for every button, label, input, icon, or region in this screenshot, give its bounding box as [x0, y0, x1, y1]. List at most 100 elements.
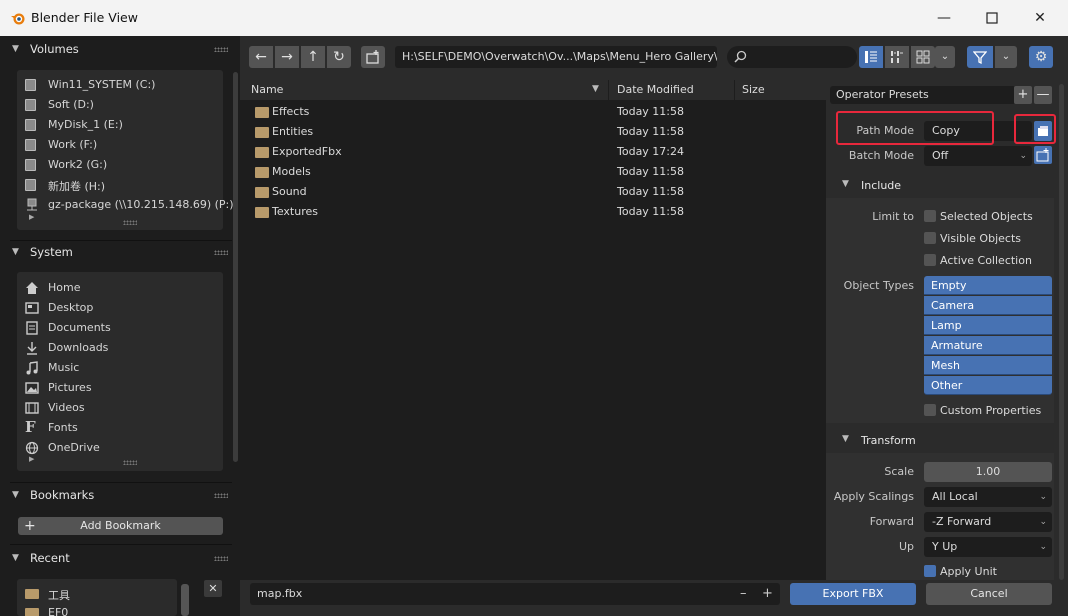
transform-group-header[interactable]: ▼ Transform — [830, 430, 1054, 452]
system-header[interactable]: ▼ System — [10, 241, 232, 265]
system-item-videos[interactable]: Videos — [25, 398, 221, 418]
add-bookmark-button[interactable]: + Add Bookmark — [18, 517, 223, 535]
new-folder-icon[interactable] — [361, 46, 385, 68]
apply-unit-checkbox[interactable]: Apply Unit — [924, 563, 1050, 580]
batch-mode-label: Batch Mode — [848, 149, 914, 162]
include-group-header[interactable]: ▼ Include — [830, 175, 1054, 197]
object-type-lamp[interactable]: Lamp — [924, 316, 1052, 335]
batch-own-dir-toggle-icon[interactable] — [1034, 146, 1052, 164]
volumes-header[interactable]: ▼ Volumes — [10, 38, 232, 62]
close-recent-icon[interactable]: ✕ — [204, 580, 222, 597]
system-item-desktop[interactable]: Desktop — [25, 298, 221, 318]
file-row[interactable]: Effects Today 11:58 — [240, 102, 826, 122]
volume-item[interactable]: Work (F:) — [25, 135, 221, 155]
recent-item[interactable]: EF0 — [25, 603, 175, 616]
volume-item[interactable]: Work2 (G:) — [25, 155, 221, 175]
sort-descending-icon[interactable]: ▼ — [592, 84, 599, 94]
recent-header[interactable]: ▼ Recent — [10, 547, 232, 571]
home-icon — [26, 282, 38, 294]
volume-item[interactable]: gz-package (\\10.215.148.69) (P:) — [25, 195, 234, 215]
resize-grip-icon[interactable] — [123, 460, 137, 465]
system-item-documents[interactable]: Documents — [25, 318, 221, 338]
directory-path-field[interactable]: H:\SELF\DEMO\Overwatch\Ov...\Maps\Menu_H… — [395, 46, 717, 68]
resize-grip-icon[interactable] — [123, 220, 137, 225]
display-settings-dropdown-icon[interactable]: ⌄ — [935, 46, 955, 68]
recent-scrollbar[interactable] — [181, 584, 189, 616]
maximize-icon[interactable] — [982, 8, 1002, 28]
expand-icon[interactable]: ▶ — [29, 213, 34, 221]
horizontal-list-icon[interactable] — [885, 46, 909, 68]
sidebar-scrollbar[interactable] — [233, 72, 238, 462]
window-title: Blender File View — [31, 10, 138, 25]
file-row[interactable]: Entities Today 11:58 — [240, 122, 826, 142]
object-type-mesh[interactable]: Mesh — [924, 356, 1052, 375]
increment-icon[interactable]: + — [762, 583, 773, 605]
volume-item[interactable]: Soft (D:) — [25, 95, 221, 115]
active-collection-checkbox[interactable]: Active Collection — [924, 252, 1050, 270]
limit-to-label: Limit to — [872, 210, 914, 223]
add-preset-icon[interactable]: + — [1014, 86, 1032, 104]
volume-item[interactable]: MyDisk_1 (E:) — [25, 115, 221, 135]
videos-icon — [25, 402, 39, 414]
batch-mode-dropdown[interactable]: Off ⌄ — [924, 146, 1032, 166]
file-row[interactable]: Textures Today 11:58 — [240, 202, 826, 222]
volume-item[interactable]: Win11_SYSTEM (C:) — [25, 75, 221, 95]
drag-grip-icon[interactable] — [214, 250, 228, 255]
system-item-fonts[interactable]: F Fonts — [25, 418, 221, 438]
minimize-icon[interactable]: — — [934, 8, 954, 28]
expand-icon[interactable]: ▶ — [29, 455, 34, 463]
drag-grip-icon[interactable] — [214, 556, 228, 561]
vertical-list-icon[interactable] — [859, 46, 883, 68]
chevron-down-icon: ▼ — [12, 553, 19, 563]
object-type-other[interactable]: Other — [924, 376, 1052, 395]
visible-objects-checkbox[interactable]: Visible Objects — [924, 230, 1050, 248]
cancel-button[interactable]: Cancel — [926, 583, 1052, 605]
selected-objects-checkbox[interactable]: Selected Objects — [924, 208, 1050, 226]
checkbox-icon — [924, 210, 936, 222]
up-axis-dropdown[interactable]: Y Up ⌄ — [924, 537, 1052, 557]
scale-field[interactable]: 1.00 — [924, 462, 1052, 482]
object-type-camera[interactable]: Camera — [924, 296, 1052, 315]
options-scrollbar[interactable] — [1059, 84, 1064, 580]
export-fbx-button[interactable]: Export FBX — [790, 583, 916, 605]
column-name[interactable]: Name — [251, 83, 283, 96]
system-item-home[interactable]: Home — [25, 278, 221, 298]
file-row[interactable]: Sound Today 11:58 — [240, 182, 826, 202]
column-date-modified[interactable]: Date Modified — [617, 83, 694, 96]
folder-icon — [255, 187, 269, 198]
volume-item[interactable]: 新加卷 (H:) — [25, 175, 221, 195]
column-size[interactable]: Size — [742, 83, 765, 96]
divider — [734, 80, 735, 100]
system-item-pictures[interactable]: Pictures — [25, 378, 221, 398]
drag-grip-icon[interactable] — [214, 47, 228, 52]
refresh-icon[interactable]: ↻ — [327, 46, 351, 68]
system-item-music[interactable]: Music — [25, 358, 221, 378]
thumbnails-icon[interactable] — [911, 46, 935, 68]
custom-properties-checkbox[interactable]: Custom Properties — [924, 402, 1050, 420]
decrement-icon[interactable]: – — [740, 583, 747, 605]
filename-input[interactable]: map.fbx – + — [250, 583, 780, 605]
back-icon[interactable]: ← — [249, 46, 273, 68]
drag-grip-icon[interactable] — [214, 493, 228, 498]
bookmarks-header[interactable]: ▼ Bookmarks — [10, 484, 232, 508]
forward-icon[interactable]: → — [275, 46, 299, 68]
gear-icon[interactable]: ⚙ — [1029, 46, 1053, 68]
file-row[interactable]: ExportedFbx Today 17:24 — [240, 142, 826, 162]
close-icon[interactable]: ✕ — [1030, 8, 1050, 28]
object-type-armature[interactable]: Armature — [924, 336, 1052, 355]
search-field[interactable] — [727, 46, 857, 68]
file-row[interactable]: Models Today 11:58 — [240, 162, 826, 182]
system-item-onedrive[interactable]: OneDrive — [25, 438, 221, 458]
operator-presets-dropdown[interactable]: Operator Presets — [830, 86, 1016, 104]
system-item-downloads[interactable]: Downloads — [25, 338, 221, 358]
transform-group: Scale 1.00 Apply Scalings All Local ⌄ Fo… — [826, 453, 1054, 580]
remove-preset-icon[interactable]: — — [1034, 86, 1052, 104]
recent-item[interactable]: 工具 — [25, 584, 175, 604]
filter-dropdown-icon[interactable]: ⌄ — [995, 46, 1017, 68]
filter-icon[interactable] — [967, 46, 993, 68]
parent-directory-icon[interactable]: ↑ — [301, 46, 325, 68]
object-type-empty[interactable]: Empty — [924, 276, 1052, 295]
forward-axis-dropdown[interactable]: -Z Forward ⌄ — [924, 512, 1052, 532]
system-list: Home Desktop Documents Downloads Music P… — [17, 272, 223, 471]
apply-scalings-dropdown[interactable]: All Local ⌄ — [924, 487, 1052, 507]
